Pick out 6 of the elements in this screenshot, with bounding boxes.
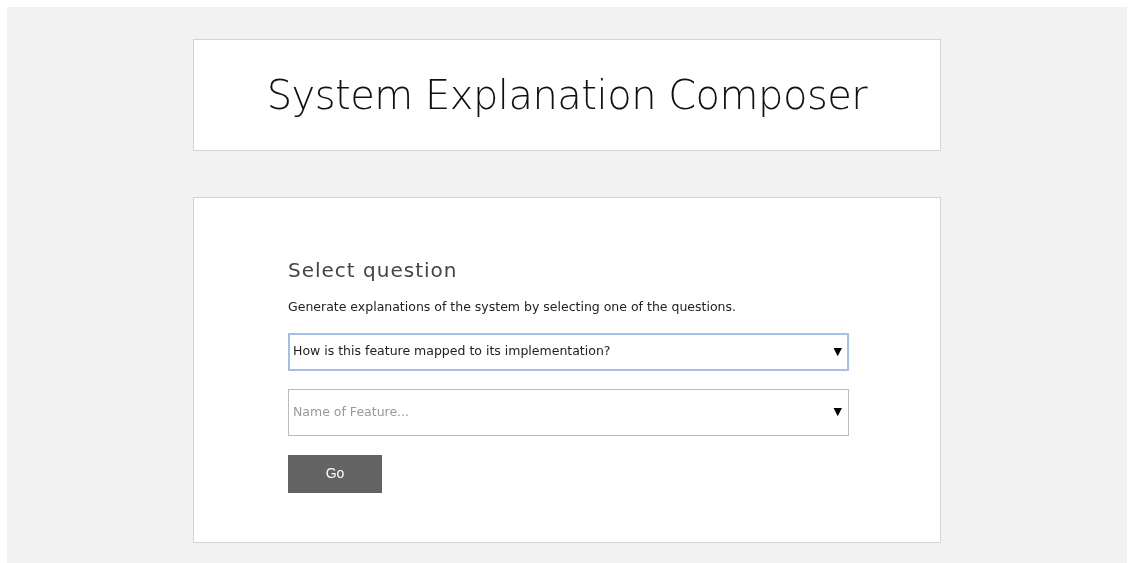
app-title: System Explanation Composer <box>266 71 868 120</box>
description-text: Generate explanations of the system by selecting one of the questions. <box>288 298 737 316</box>
go-button[interactable]: Go <box>288 454 382 493</box>
section-heading: Select question <box>288 258 459 282</box>
question-dropdown[interactable]: How is this feature mapped to its implementation? ▼ <box>288 332 849 371</box>
feature-combobox[interactable]: Name of Feature... ▼ <box>288 388 849 436</box>
